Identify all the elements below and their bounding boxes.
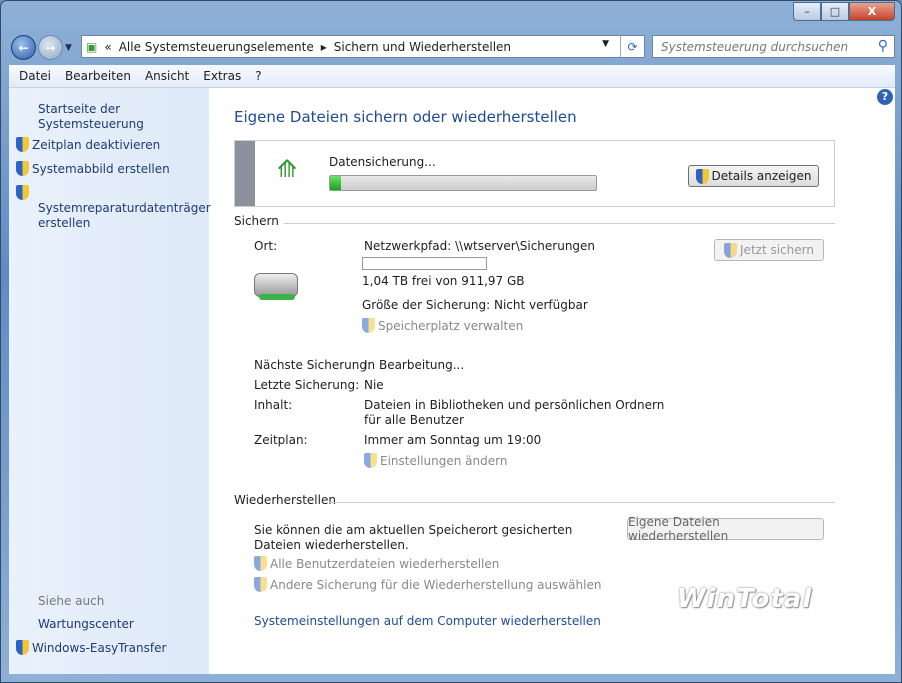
next-backup-label: Nächste Sicherung: <box>254 358 372 372</box>
restore-system-settings-link[interactable]: Systemeinstellungen auf dem Computer wie… <box>254 614 601 629</box>
search-icon[interactable]: ⚲ <box>878 38 888 54</box>
shield-icon <box>695 168 709 184</box>
change-settings-link[interactable]: Einstellungen ändern <box>364 453 507 469</box>
address-dropdown-icon[interactable]: ▼ <box>602 39 609 49</box>
shield-icon <box>16 185 29 200</box>
shield-icon <box>724 242 738 258</box>
schedule-value: Immer am Sonntag um 19:00 <box>364 433 542 447</box>
menu-ansicht[interactable]: Ansicht <box>145 69 189 83</box>
restore-all-users-link[interactable]: Alle Benutzerdateien wiederherstellen <box>254 556 499 572</box>
sidebar-item-action-center[interactable]: Wartungscenter <box>38 617 134 632</box>
sidebar: Startseite der Systemsteuerung Zeitplan … <box>9 88 211 674</box>
shield-icon <box>254 577 267 592</box>
sidebar-item-repair-disc[interactable]: Systemreparaturdatenträger erstellen <box>16 185 211 231</box>
menu-datei[interactable]: Datei <box>19 69 51 83</box>
breadcrumb-backup-restore[interactable]: Sichern und Wiederherstellen <box>334 40 511 54</box>
progress-bar <box>329 175 597 191</box>
backup-size: Größe der Sicherung: Nicht verfügbar <box>362 298 588 312</box>
page-title: Eigene Dateien sichern oder wiederherste… <box>234 108 577 126</box>
location-value: Netzwerkpfad: \\wtserver\Sicherungen <box>364 239 596 253</box>
minimize-button[interactable]: – <box>793 2 821 21</box>
progress-label: Datensicherung... <box>329 155 436 169</box>
backup-now-button[interactable]: Jetzt sichern <box>714 239 824 261</box>
shield-icon <box>364 453 377 468</box>
close-button[interactable]: X <box>849 2 895 21</box>
back-button[interactable]: ← <box>11 35 36 60</box>
address-bar[interactable]: ▣ « Alle Systemsteuerungselemente ▸ Sich… <box>81 35 645 58</box>
section-heading-backup: Sichern <box>234 214 279 228</box>
address-overflow[interactable]: « <box>104 40 111 54</box>
select-other-backup-link[interactable]: Andere Sicherung für die Wiederherstellu… <box>254 577 601 593</box>
content: Startseite der Systemsteuerung Zeitplan … <box>9 88 895 674</box>
manage-space-link[interactable]: Speicherplatz verwalten <box>362 318 523 334</box>
search-placeholder: Systemsteuerung durchsuchen <box>661 40 849 54</box>
space-usage-bar <box>362 257 487 270</box>
progress-fill <box>330 176 341 190</box>
control-panel-icon: ▣ <box>86 39 98 54</box>
divider <box>284 223 835 224</box>
recent-pages-chevron-icon[interactable]: ▼ <box>65 43 72 53</box>
next-backup-value: In Bearbeitung... <box>364 358 465 372</box>
panel-accent-bar <box>235 141 255 206</box>
last-backup-label: Letzte Sicherung: <box>254 378 360 392</box>
nav-buttons: ← → ▼ <box>11 35 72 60</box>
details-button[interactable]: Details anzeigen <box>688 165 819 187</box>
backup-disc-icon: ⟰ <box>277 155 298 183</box>
restore-files-button[interactable]: Eigene Dateien wiederherstellen <box>627 515 824 543</box>
restore-text: Sie können die am aktuellen Speicherort … <box>254 523 573 552</box>
sidebar-item-disable-schedule[interactable]: Zeitplan deaktivieren <box>16 137 160 153</box>
shield-icon <box>362 318 375 333</box>
refresh-icon[interactable]: ⟳ <box>620 36 644 57</box>
sidebar-home-link[interactable]: Startseite der Systemsteuerung <box>38 102 209 132</box>
breadcrumb-separator-icon[interactable]: ▸ <box>321 40 327 54</box>
search-input[interactable]: Systemsteuerung durchsuchen ⚲ <box>652 35 895 58</box>
location-label: Ort: <box>254 239 278 253</box>
content-value: Dateien in Bibliotheken und persönlichen… <box>364 398 665 427</box>
schedule-label: Zeitplan: <box>254 433 308 447</box>
free-space: 1,04 TB frei von 911,97 GB <box>362 274 525 288</box>
shield-icon <box>16 161 29 176</box>
menu-bar: Datei Bearbeiten Ansicht Extras ? <box>9 65 895 88</box>
window-controls: – □ X <box>793 2 895 21</box>
sidebar-item-system-image[interactable]: Systemabbild erstellen <box>16 161 170 177</box>
backup-progress-panel: ⟰ Datensicherung... Details anzeigen <box>234 140 835 207</box>
content-label: Inhalt: <box>254 398 293 412</box>
section-heading-restore: Wiederherstellen <box>234 493 336 507</box>
see-also-heading: Siehe auch <box>38 594 105 608</box>
shield-icon <box>254 556 267 571</box>
menu-extras[interactable]: Extras <box>203 69 241 83</box>
divider <box>329 502 835 503</box>
shield-icon <box>16 640 29 655</box>
shield-icon <box>16 137 29 152</box>
menu-bearbeiten[interactable]: Bearbeiten <box>65 69 131 83</box>
sidebar-item-easy-transfer[interactable]: Windows-EasyTransfer <box>16 640 166 656</box>
network-drive-icon <box>254 273 298 300</box>
watermark: WinTotal <box>677 584 813 614</box>
window: – □ X ← → ▼ ▣ « Alle Systemsteuerungsele… <box>0 0 902 683</box>
forward-button[interactable]: → <box>38 35 63 60</box>
help-icon[interactable]: ? <box>877 89 893 105</box>
menu-help[interactable]: ? <box>255 69 261 83</box>
last-backup-value: Nie <box>364 378 384 392</box>
main-panel: ? Eigene Dateien sichern oder wiederhers… <box>209 88 895 674</box>
breadcrumb-control-panel[interactable]: Alle Systemsteuerungselemente <box>119 40 314 54</box>
maximize-button[interactable]: □ <box>821 2 849 21</box>
